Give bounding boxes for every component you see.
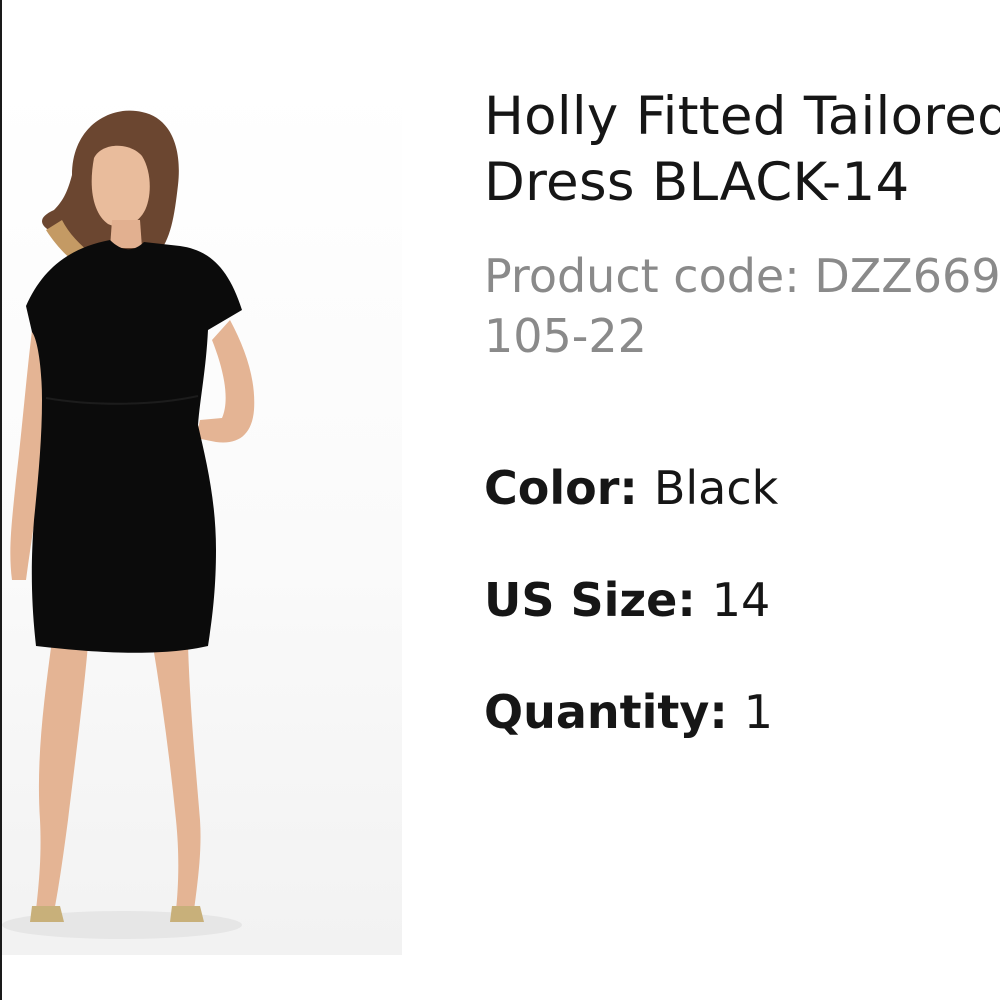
color-label: Color: bbox=[484, 461, 654, 515]
product-code-line-2: 105-22 bbox=[484, 309, 647, 363]
dress bbox=[26, 240, 242, 653]
face bbox=[91, 145, 150, 227]
size-value: 14 bbox=[711, 573, 771, 627]
product-code-line-1: Product code: DZZ669 bbox=[484, 249, 1000, 303]
size-label: US Size: bbox=[484, 573, 712, 627]
color-value: Black bbox=[653, 461, 779, 515]
left-heel bbox=[30, 906, 64, 922]
quantity-label: Quantity: bbox=[484, 685, 744, 739]
color-attribute: Color: Black bbox=[484, 460, 778, 516]
quantity-value: 1 bbox=[743, 685, 774, 739]
quantity-attribute: Quantity: 1 bbox=[484, 684, 773, 740]
listing-page: Holly Fitted Tailored Dress BLACK-14 Pro… bbox=[0, 0, 1000, 1000]
product-code: Product code: DZZ669 105-22 bbox=[484, 246, 1000, 366]
product-details: Holly Fitted Tailored Dress BLACK-14 Pro… bbox=[484, 84, 1000, 366]
product-title-line-1: Holly Fitted Tailored bbox=[484, 86, 1000, 147]
neck bbox=[110, 220, 142, 248]
left-leg bbox=[36, 640, 88, 912]
right-heel bbox=[170, 906, 204, 922]
product-photo[interactable] bbox=[2, 80, 402, 955]
product-title: Holly Fitted Tailored Dress BLACK-14 bbox=[484, 84, 1000, 216]
product-title-line-2: Dress BLACK-14 bbox=[484, 152, 910, 213]
right-leg bbox=[152, 640, 201, 910]
size-attribute: US Size: 14 bbox=[484, 572, 770, 628]
